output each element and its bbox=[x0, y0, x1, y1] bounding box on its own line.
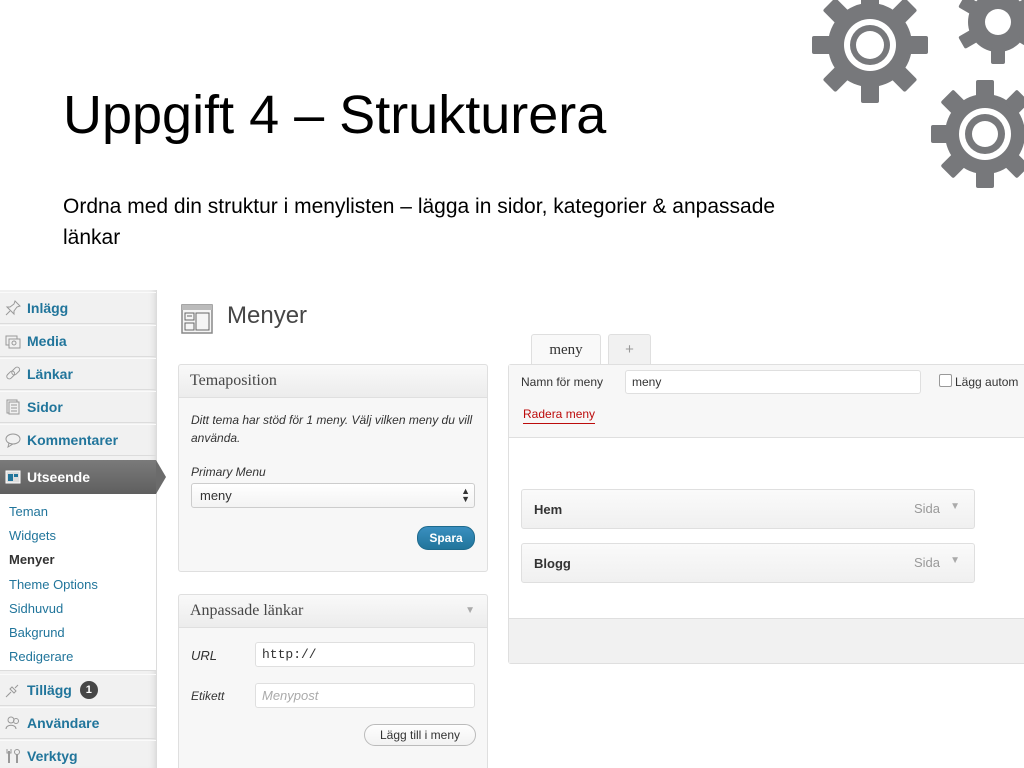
menu-name-input[interactable]: meny bbox=[625, 370, 921, 394]
media-icon bbox=[4, 332, 22, 350]
submenu-item-background[interactable]: Bakgrund bbox=[9, 625, 65, 640]
update-count-badge: 1 bbox=[79, 681, 98, 699]
sidebar-item-label: Länkar bbox=[27, 366, 73, 382]
tools-icon bbox=[4, 747, 22, 765]
panel-heading-text: Anpassade länkar bbox=[190, 602, 304, 619]
panel-heading[interactable]: Anpassade länkar ▼ bbox=[179, 595, 487, 628]
sidebar-item-users[interactable]: Användare bbox=[0, 707, 156, 739]
appearance-submenu: Teman Widgets Menyer Theme Options Sidhu… bbox=[0, 494, 156, 671]
link-text-input[interactable]: Menypost bbox=[255, 683, 475, 708]
submenu-item-theme-options[interactable]: Theme Options bbox=[9, 577, 98, 592]
page-title: Menyer bbox=[227, 302, 308, 329]
primary-menu-label: Primary Menu bbox=[191, 465, 266, 479]
sidebar-item-label: Media bbox=[27, 333, 67, 349]
sidebar-item-links[interactable]: Länkar bbox=[0, 358, 156, 390]
menu-item-row[interactable]: Hem Sida ▼ bbox=[521, 489, 975, 529]
url-input-value: http:// bbox=[262, 647, 317, 662]
sidebar-item-label: Inlägg bbox=[27, 300, 69, 316]
submenu-item-themes[interactable]: Teman bbox=[9, 504, 48, 519]
sidebar-item-pages[interactable]: Sidor bbox=[0, 391, 156, 423]
gears-icon bbox=[812, 0, 1024, 188]
url-input[interactable]: http:// bbox=[255, 642, 475, 667]
current-menu-arrow bbox=[156, 460, 166, 494]
link-icon bbox=[4, 365, 22, 383]
admin-sidebar: Inlägg Media Länkar Sidor Kommentarer Ut… bbox=[0, 290, 157, 768]
menu-item-type: Sida bbox=[913, 501, 940, 516]
pushpin-icon bbox=[4, 299, 22, 317]
submenu-item-header[interactable]: Sidhuvud bbox=[9, 601, 63, 616]
submenu-item-widgets[interactable]: Widgets bbox=[9, 528, 56, 543]
link-text-placeholder: Menypost bbox=[262, 688, 319, 703]
expand-arrow-icon[interactable]: ▼ bbox=[950, 555, 960, 566]
auto-add-label: Lägg autom bbox=[955, 375, 1019, 389]
pages-icon bbox=[4, 398, 22, 416]
menu-editor-header: Namn för meny meny Lägg autom Radera men… bbox=[509, 365, 1024, 438]
menu-name-value: meny bbox=[632, 375, 662, 389]
wp-admin-screenshot: Inlägg Media Länkar Sidor Kommentarer Ut… bbox=[0, 290, 1024, 768]
menu-item-title: Blogg bbox=[534, 556, 571, 571]
add-to-menu-button[interactable]: Lägg till i meny bbox=[364, 724, 476, 746]
custom-links-panel: Anpassade länkar ▼ URL http:// Etikett M… bbox=[178, 594, 488, 768]
menu-item-title: Hem bbox=[534, 502, 563, 517]
selected-menu-value: meny bbox=[200, 488, 232, 503]
url-label: URL bbox=[191, 648, 218, 663]
sidebar-item-label: Användare bbox=[27, 715, 100, 731]
auto-add-pages-checkbox[interactable]: Lägg autom bbox=[939, 374, 1018, 389]
add-menu-tab[interactable]: + bbox=[608, 334, 651, 364]
menus-page-icon bbox=[181, 304, 213, 334]
sidebar-item-label: Sidor bbox=[27, 399, 63, 415]
menu-item-type: Sida bbox=[913, 555, 940, 570]
comment-icon bbox=[4, 431, 22, 449]
menu-editor-footer bbox=[509, 618, 1024, 663]
menu-editor: Namn för meny meny Lägg autom Radera men… bbox=[508, 364, 1024, 664]
delete-menu-link[interactable]: Radera meny bbox=[523, 407, 596, 424]
sidebar-item-media[interactable]: Media bbox=[0, 325, 156, 357]
save-button[interactable]: Spara bbox=[417, 526, 475, 550]
menu-item-row[interactable]: Blogg Sida ▼ bbox=[521, 543, 975, 583]
checkbox-icon[interactable] bbox=[939, 374, 952, 387]
sidebar-item-tools[interactable]: Verktyg bbox=[0, 740, 156, 768]
submenu-item-editor[interactable]: Redigerare bbox=[9, 649, 73, 664]
link-text-label: Etikett bbox=[191, 689, 225, 703]
slide-title: Uppgift 4 – Strukturera bbox=[63, 85, 607, 145]
plugin-icon bbox=[4, 681, 22, 699]
theme-locations-description: Ditt tema har stöd för 1 meny. Välj vilk… bbox=[191, 413, 473, 445]
sidebar-item-posts[interactable]: Inlägg bbox=[0, 292, 156, 324]
sidebar-item-label: Kommentarer bbox=[27, 432, 119, 448]
collapse-arrow-icon[interactable]: ▼ bbox=[465, 595, 475, 627]
panel-heading: Temaposition bbox=[179, 365, 487, 398]
sidebar-item-appearance[interactable]: Utseende bbox=[0, 460, 156, 494]
sidebar-item-label: Tillägg bbox=[27, 682, 72, 698]
users-icon bbox=[4, 714, 22, 732]
menu-name-label: Namn för meny bbox=[521, 375, 604, 389]
sidebar-item-label: Verktyg bbox=[27, 748, 78, 764]
theme-locations-panel: Temaposition Ditt tema har stöd för 1 me… bbox=[178, 364, 488, 572]
expand-arrow-icon[interactable]: ▼ bbox=[950, 501, 960, 512]
sidebar-item-comments[interactable]: Kommentarer bbox=[0, 424, 156, 456]
primary-menu-select[interactable]: meny ▲ ▼ bbox=[191, 483, 475, 508]
appearance-icon bbox=[4, 468, 22, 486]
slide-subtitle: Ordna med din struktur i menylisten – lä… bbox=[63, 195, 776, 249]
sidebar-item-label: Utseende bbox=[27, 469, 91, 485]
tab-menu[interactable]: meny bbox=[531, 334, 601, 365]
submenu-item-menus[interactable]: Menyer bbox=[9, 552, 55, 567]
select-arrows-icon: ▲ ▼ bbox=[461, 486, 470, 504]
sidebar-item-plugins[interactable]: Tillägg 1 bbox=[0, 674, 156, 706]
